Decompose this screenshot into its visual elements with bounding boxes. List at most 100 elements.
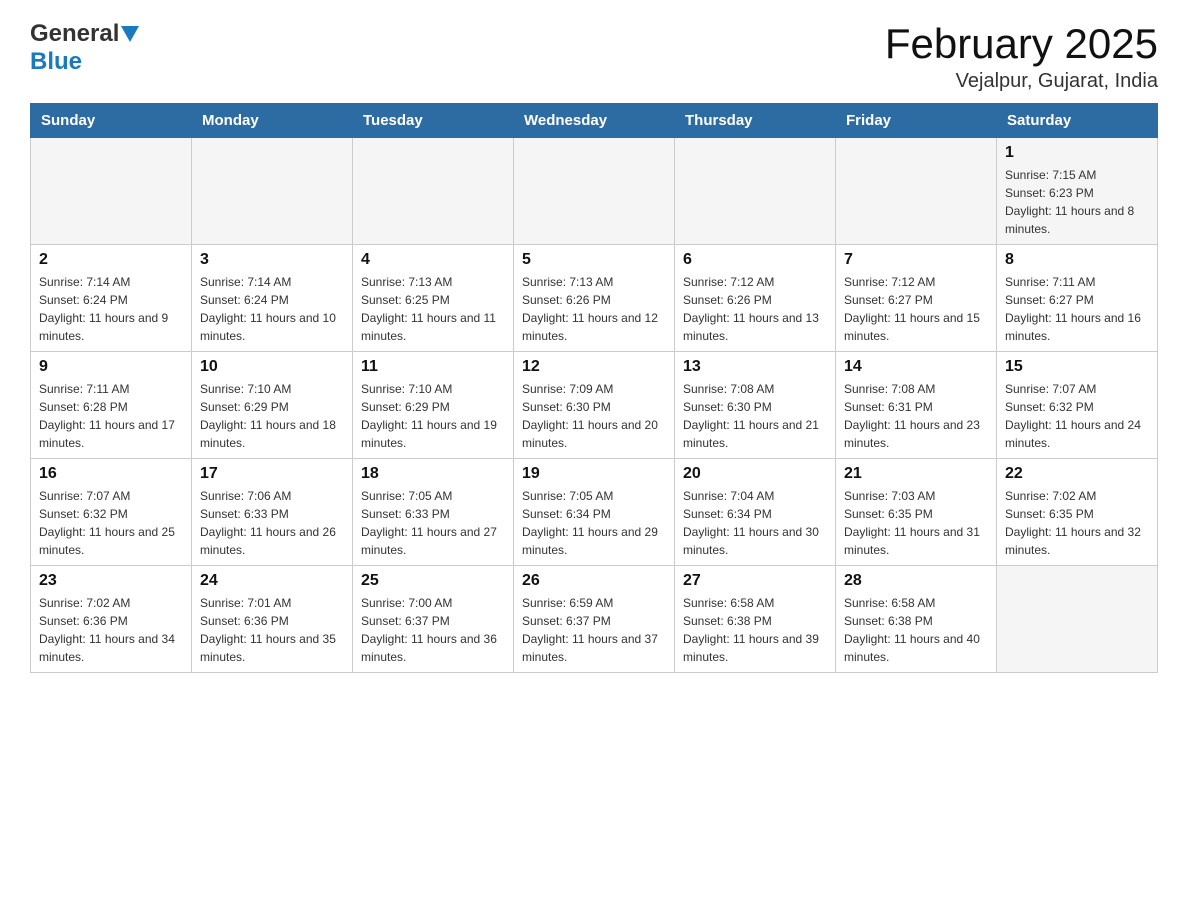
day-info: Sunrise: 7:00 AMSunset: 6:37 PMDaylight:…	[361, 594, 505, 666]
day-info: Sunrise: 6:58 AMSunset: 6:38 PMDaylight:…	[683, 594, 827, 666]
day-number: 21	[844, 465, 988, 483]
calendar-cell	[997, 566, 1158, 673]
day-number: 12	[522, 358, 666, 376]
day-info: Sunrise: 7:15 AMSunset: 6:23 PMDaylight:…	[1005, 166, 1149, 238]
day-info: Sunrise: 7:05 AMSunset: 6:34 PMDaylight:…	[522, 487, 666, 559]
day-info: Sunrise: 7:04 AMSunset: 6:34 PMDaylight:…	[683, 487, 827, 559]
calendar-cell: 3Sunrise: 7:14 AMSunset: 6:24 PMDaylight…	[192, 245, 353, 352]
calendar-cell: 19Sunrise: 7:05 AMSunset: 6:34 PMDayligh…	[514, 459, 675, 566]
day-info: Sunrise: 7:01 AMSunset: 6:36 PMDaylight:…	[200, 594, 344, 666]
weekday-header-thursday: Thursday	[675, 104, 836, 138]
logo-blue-text: Blue	[30, 48, 82, 75]
day-info: Sunrise: 7:02 AMSunset: 6:35 PMDaylight:…	[1005, 487, 1149, 559]
day-number: 8	[1005, 251, 1149, 269]
logo-triangle-icon	[121, 26, 139, 42]
day-number: 18	[361, 465, 505, 483]
day-number: 25	[361, 572, 505, 590]
day-info: Sunrise: 7:08 AMSunset: 6:31 PMDaylight:…	[844, 380, 988, 452]
calendar-cell: 16 Sunrise: 7:07 AMSunset: 6:32 PMDayligh…	[31, 459, 192, 566]
day-number: 6	[683, 251, 827, 269]
calendar-cell: 7 Sunrise: 7:12 AMSunset: 6:27 PMDaylight…	[836, 245, 997, 352]
month-title: February 2025	[885, 20, 1158, 68]
calendar-cell	[192, 138, 353, 245]
calendar-cell	[353, 138, 514, 245]
calendar-cell: 15 Sunrise: 7:07 AMSunset: 6:32 PMDayligh…	[997, 352, 1158, 459]
calendar-cell: 18 Sunrise: 7:05 AMSunset: 6:33 PMDayligh…	[353, 459, 514, 566]
day-number: 20	[683, 465, 827, 483]
day-info: Sunrise: 6:59 AMSunset: 6:37 PMDaylight:…	[522, 594, 666, 666]
day-info: Sunrise: 7:07 AMSunset: 6:32 PMDaylight:…	[39, 487, 183, 559]
day-info: Sunrise: 7:08 AMSunset: 6:30 PMDaylight:…	[683, 380, 827, 452]
calendar-cell: 8 Sunrise: 7:11 AMSunset: 6:27 PMDaylight…	[997, 245, 1158, 352]
calendar-cell: 10Sunrise: 7:10 AMSunset: 6:29 PMDayligh…	[192, 352, 353, 459]
day-info: Sunrise: 7:11 AMSunset: 6:27 PMDaylight:…	[1005, 273, 1149, 345]
day-info: Sunrise: 7:11 AMSunset: 6:28 PMDaylight:…	[39, 380, 183, 452]
day-number: 16	[39, 465, 183, 483]
logo-general-text: General	[30, 20, 119, 48]
calendar-cell: 12 Sunrise: 7:09 AMSunset: 6:30 PMDayligh…	[514, 352, 675, 459]
day-info: Sunrise: 7:05 AMSunset: 6:33 PMDaylight:…	[361, 487, 505, 559]
calendar-cell: 9 Sunrise: 7:11 AMSunset: 6:28 PMDaylight…	[31, 352, 192, 459]
day-number: 24	[200, 572, 344, 590]
day-info: Sunrise: 7:03 AMSunset: 6:35 PMDaylight:…	[844, 487, 988, 559]
location-title: Vejalpur, Gujarat, India	[885, 70, 1158, 93]
calendar-cell	[514, 138, 675, 245]
calendar-week-5: 23Sunrise: 7:02 AMSunset: 6:36 PMDayligh…	[31, 566, 1158, 673]
page-header: General Blue February 2025 Vejalpur, Guj…	[30, 20, 1158, 93]
day-number: 14	[844, 358, 988, 376]
calendar-cell: 25 Sunrise: 7:00 AMSunset: 6:37 PMDayligh…	[353, 566, 514, 673]
calendar-cell	[836, 138, 997, 245]
day-number: 28	[844, 572, 988, 590]
day-info: Sunrise: 6:58 AMSunset: 6:38 PMDaylight:…	[844, 594, 988, 666]
calendar-week-3: 9 Sunrise: 7:11 AMSunset: 6:28 PMDaylight…	[31, 352, 1158, 459]
calendar-cell: 24 Sunrise: 7:01 AMSunset: 6:36 PMDayligh…	[192, 566, 353, 673]
day-info: Sunrise: 7:12 AMSunset: 6:27 PMDaylight:…	[844, 273, 988, 345]
day-number: 1	[1005, 144, 1149, 162]
day-number: 15	[1005, 358, 1149, 376]
calendar-cell: 26 Sunrise: 6:59 AMSunset: 6:37 PMDayligh…	[514, 566, 675, 673]
day-info: Sunrise: 7:06 AMSunset: 6:33 PMDaylight:…	[200, 487, 344, 559]
calendar-cell: 4Sunrise: 7:13 AMSunset: 6:25 PMDaylight…	[353, 245, 514, 352]
logo: General Blue	[30, 20, 139, 76]
weekday-header-saturday: Saturday	[997, 104, 1158, 138]
calendar-cell: 17 Sunrise: 7:06 AMSunset: 6:33 PMDayligh…	[192, 459, 353, 566]
weekday-header-row: SundayMondayTuesdayWednesdayThursdayFrid…	[31, 104, 1158, 138]
day-number: 22	[1005, 465, 1149, 483]
day-info: Sunrise: 7:09 AMSunset: 6:30 PMDaylight:…	[522, 380, 666, 452]
day-info: Sunrise: 7:10 AMSunset: 6:29 PMDaylight:…	[200, 380, 344, 452]
calendar-cell: 27 Sunrise: 6:58 AMSunset: 6:38 PMDayligh…	[675, 566, 836, 673]
day-number: 2	[39, 251, 183, 269]
day-info: Sunrise: 7:14 AMSunset: 6:24 PMDaylight:…	[200, 273, 344, 345]
day-info: Sunrise: 7:07 AMSunset: 6:32 PMDaylight:…	[1005, 380, 1149, 452]
calendar-cell: 6 Sunrise: 7:12 AMSunset: 6:26 PMDaylight…	[675, 245, 836, 352]
day-number: 7	[844, 251, 988, 269]
day-number: 26	[522, 572, 666, 590]
calendar-cell: 1 Sunrise: 7:15 AMSunset: 6:23 PMDaylight…	[997, 138, 1158, 245]
day-info: Sunrise: 7:14 AMSunset: 6:24 PMDaylight:…	[39, 273, 183, 345]
calendar-cell: 5 Sunrise: 7:13 AMSunset: 6:26 PMDaylight…	[514, 245, 675, 352]
weekday-header-monday: Monday	[192, 104, 353, 138]
day-number: 5	[522, 251, 666, 269]
day-info: Sunrise: 7:13 AMSunset: 6:25 PMDaylight:…	[361, 273, 505, 345]
calendar-cell: 11 Sunrise: 7:10 AMSunset: 6:29 PMDayligh…	[353, 352, 514, 459]
day-number: 27	[683, 572, 827, 590]
day-info: Sunrise: 7:13 AMSunset: 6:26 PMDaylight:…	[522, 273, 666, 345]
day-number: 9	[39, 358, 183, 376]
day-info: Sunrise: 7:10 AMSunset: 6:29 PMDaylight:…	[361, 380, 505, 452]
calendar-week-4: 16 Sunrise: 7:07 AMSunset: 6:32 PMDayligh…	[31, 459, 1158, 566]
calendar-cell	[31, 138, 192, 245]
day-number: 17	[200, 465, 344, 483]
calendar-table: SundayMondayTuesdayWednesdayThursdayFrid…	[30, 103, 1158, 673]
day-number: 11	[361, 358, 505, 376]
day-number: 23	[39, 572, 183, 590]
calendar-cell: 2 Sunrise: 7:14 AMSunset: 6:24 PMDaylight…	[31, 245, 192, 352]
calendar-cell: 21 Sunrise: 7:03 AMSunset: 6:35 PMDayligh…	[836, 459, 997, 566]
weekday-header-tuesday: Tuesday	[353, 104, 514, 138]
calendar-cell: 14 Sunrise: 7:08 AMSunset: 6:31 PMDayligh…	[836, 352, 997, 459]
weekday-header-sunday: Sunday	[31, 104, 192, 138]
day-info: Sunrise: 7:12 AMSunset: 6:26 PMDaylight:…	[683, 273, 827, 345]
weekday-header-friday: Friday	[836, 104, 997, 138]
calendar-cell: 28 Sunrise: 6:58 AMSunset: 6:38 PMDayligh…	[836, 566, 997, 673]
day-number: 13	[683, 358, 827, 376]
calendar-cell: 20 Sunrise: 7:04 AMSunset: 6:34 PMDayligh…	[675, 459, 836, 566]
